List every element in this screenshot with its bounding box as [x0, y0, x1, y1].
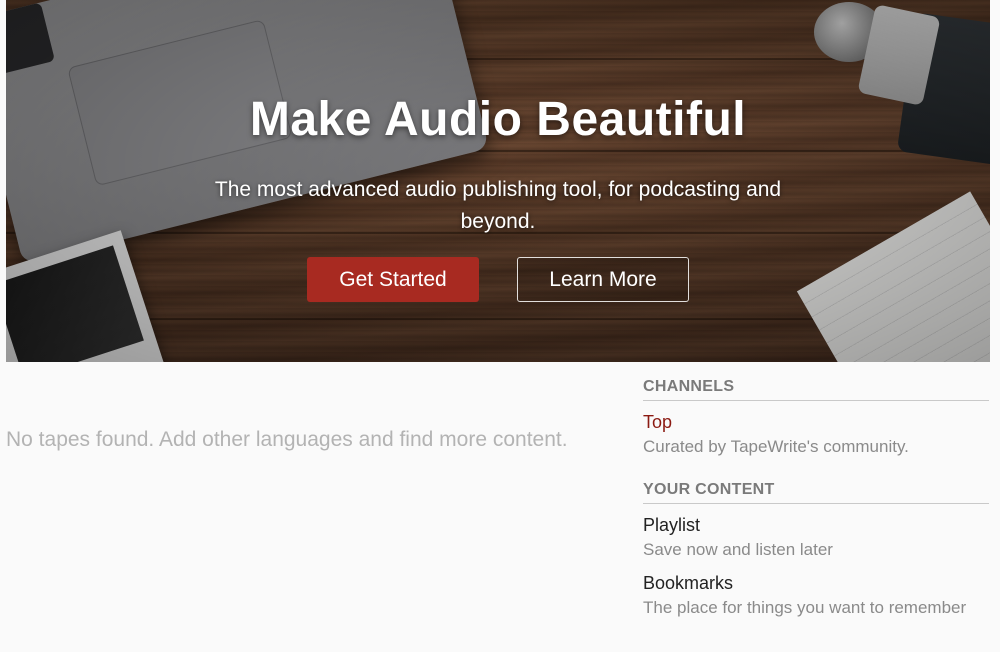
playlist-link[interactable]: Playlist: [643, 512, 989, 538]
sidebar: CHANNELS Top Curated by TapeWrite's comm…: [643, 378, 989, 620]
channel-top-link[interactable]: Top: [643, 409, 989, 435]
bookmarks-link[interactable]: Bookmarks: [643, 570, 989, 596]
bookmarks-description: The place for things you want to remembe…: [643, 598, 967, 617]
learn-more-button[interactable]: Learn More: [517, 257, 689, 302]
page: Make Audio Beautiful The most advanced a…: [0, 0, 1000, 652]
hero-title: Make Audio Beautiful: [249, 93, 747, 146]
empty-tapes-message: No tapes found. Add other languages and …: [6, 428, 568, 451]
content-item-bookmarks[interactable]: Bookmarks The place for things you want …: [643, 570, 989, 620]
playlist-description: Save now and listen later: [643, 540, 833, 559]
content-item-playlist[interactable]: Playlist Save now and listen later: [643, 512, 989, 562]
channels-heading: CHANNELS: [643, 378, 989, 401]
hero-content: Make Audio Beautiful The most advanced a…: [6, 0, 990, 362]
channel-top-description: Curated by TapeWrite's community.: [643, 437, 909, 456]
get-started-button[interactable]: Get Started: [307, 257, 479, 302]
your-content-heading: YOUR CONTENT: [643, 481, 989, 504]
hero-subtitle: The most advanced audio publishing tool,…: [214, 178, 782, 233]
channel-item-top[interactable]: Top Curated by TapeWrite's community.: [643, 409, 989, 459]
hero-banner: Make Audio Beautiful The most advanced a…: [6, 0, 990, 362]
